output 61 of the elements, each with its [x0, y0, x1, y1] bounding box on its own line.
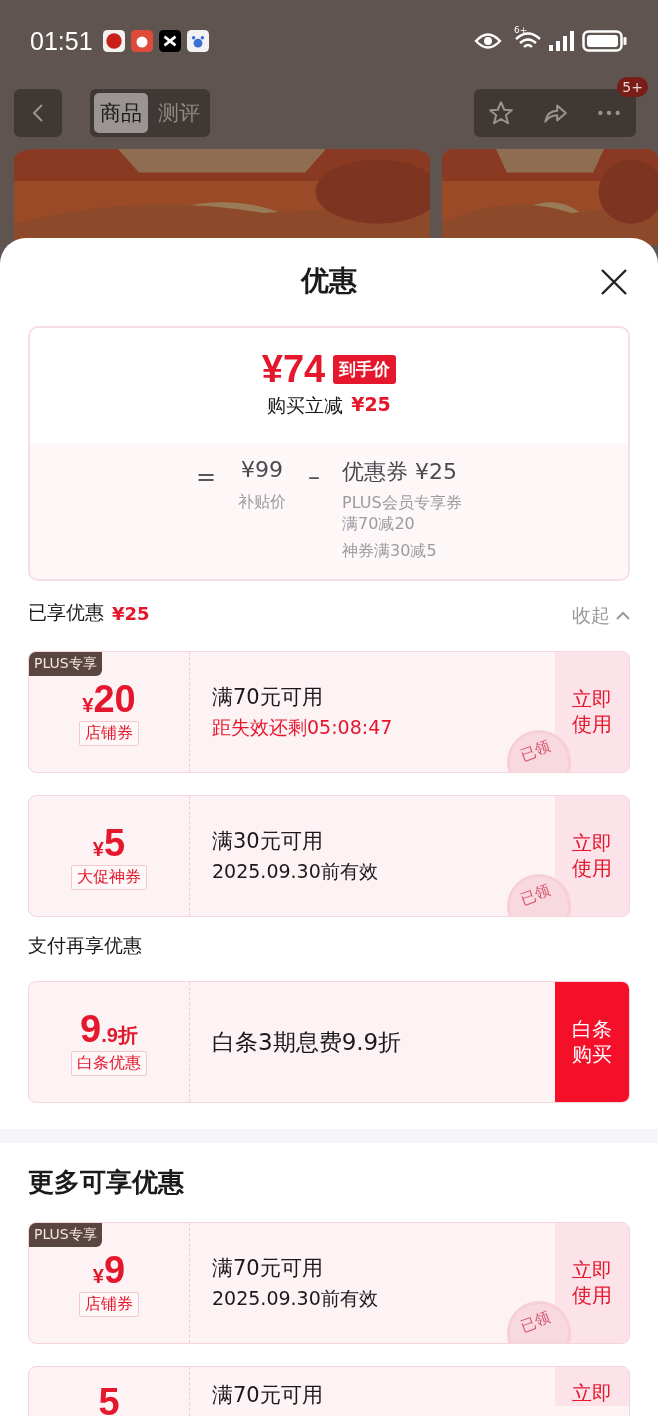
coupon-amount: 9	[80, 1008, 102, 1052]
coupon-amount: 20	[93, 678, 136, 722]
final-price: ¥74	[261, 348, 326, 391]
tab[interactable]: 商品	[94, 93, 148, 133]
back-chevron-icon	[32, 103, 44, 123]
coupon-amount: 5	[98, 1381, 120, 1416]
coupon-note: 神券满30减5	[342, 540, 437, 562]
tab[interactable]: 测评	[152, 93, 206, 133]
coupon-type: 店铺券	[79, 1292, 139, 1318]
app-notification-icon	[130, 30, 153, 52]
coupon-validity: 2025.09.30前有效	[212, 859, 379, 885]
use-button[interactable]: 白条购买	[555, 982, 629, 1103]
use-button[interactable]: 立即使用	[555, 1223, 629, 1344]
currency-sign: ¥	[92, 1265, 104, 1289]
collapse-button[interactable]: 收起	[572, 603, 630, 630]
subsidy-price: ¥99	[241, 457, 284, 482]
status-time: 01:51	[30, 26, 93, 56]
signal-icon	[548, 31, 576, 51]
coupon-condition: 满70元可用	[212, 684, 324, 712]
coupon-type: 白条优惠	[71, 1051, 147, 1077]
coupon-amount: 9	[104, 1249, 126, 1293]
use-button[interactable]: 立即	[555, 1367, 629, 1407]
equals-sign: =	[195, 463, 217, 493]
wifi-label: 6+	[514, 25, 528, 35]
reduction-label: 购买立减	[267, 393, 344, 418]
app-notification-icon	[158, 30, 181, 52]
star-icon[interactable]	[488, 100, 514, 126]
currency-sign: ¥	[82, 694, 94, 718]
price-tag: 到手价	[333, 355, 397, 384]
eye-icon	[474, 31, 502, 51]
coupon-condition: 白条3期息费9.9折	[212, 1027, 403, 1057]
battery-icon	[582, 30, 628, 52]
plus-tag: PLUS专享	[29, 1223, 102, 1248]
minus-sign: –	[308, 463, 321, 493]
caret-icon	[616, 611, 630, 622]
use-button[interactable]: 立即使用	[555, 652, 629, 773]
coupon-condition: 满70元可用	[212, 1382, 324, 1410]
coupon-type: 店铺券	[79, 721, 139, 747]
coupon-note: PLUS会员专享券满70减20	[342, 493, 463, 535]
subsidy-label: 补贴价	[238, 492, 287, 513]
notification-badge: 5+	[617, 77, 648, 97]
currency-sign: ¥	[92, 838, 104, 862]
coupon-condition: 满70元可用	[212, 1255, 324, 1283]
enjoyed-amount: ¥25	[112, 602, 150, 624]
sheet-title: 优惠	[301, 263, 357, 299]
coupon-type: 大促神券	[71, 865, 147, 891]
coupon-condition: 满30元可用	[212, 828, 324, 856]
app-notification-icon	[102, 30, 125, 52]
section-title: 支付再享优惠	[27, 933, 143, 959]
close-icon[interactable]	[600, 268, 628, 296]
reduction-amount: ¥25	[351, 393, 391, 417]
discount-suffix: .9折	[101, 1023, 138, 1049]
enjoyed-label: 已享优惠	[28, 600, 104, 626]
section-title: 更多可享优惠	[27, 1166, 185, 1200]
coupon-validity: 2025.09.30前有效	[212, 1286, 379, 1312]
coupon-total: 优惠券 ¥25	[342, 458, 458, 486]
use-button[interactable]: 立即使用	[555, 796, 629, 917]
coupon-amount: 5	[104, 822, 126, 866]
app-notification-icon	[186, 30, 209, 52]
plus-tag: PLUS专享	[29, 652, 102, 677]
coupon-validity: 距失效还剩05:08:47	[212, 715, 394, 741]
